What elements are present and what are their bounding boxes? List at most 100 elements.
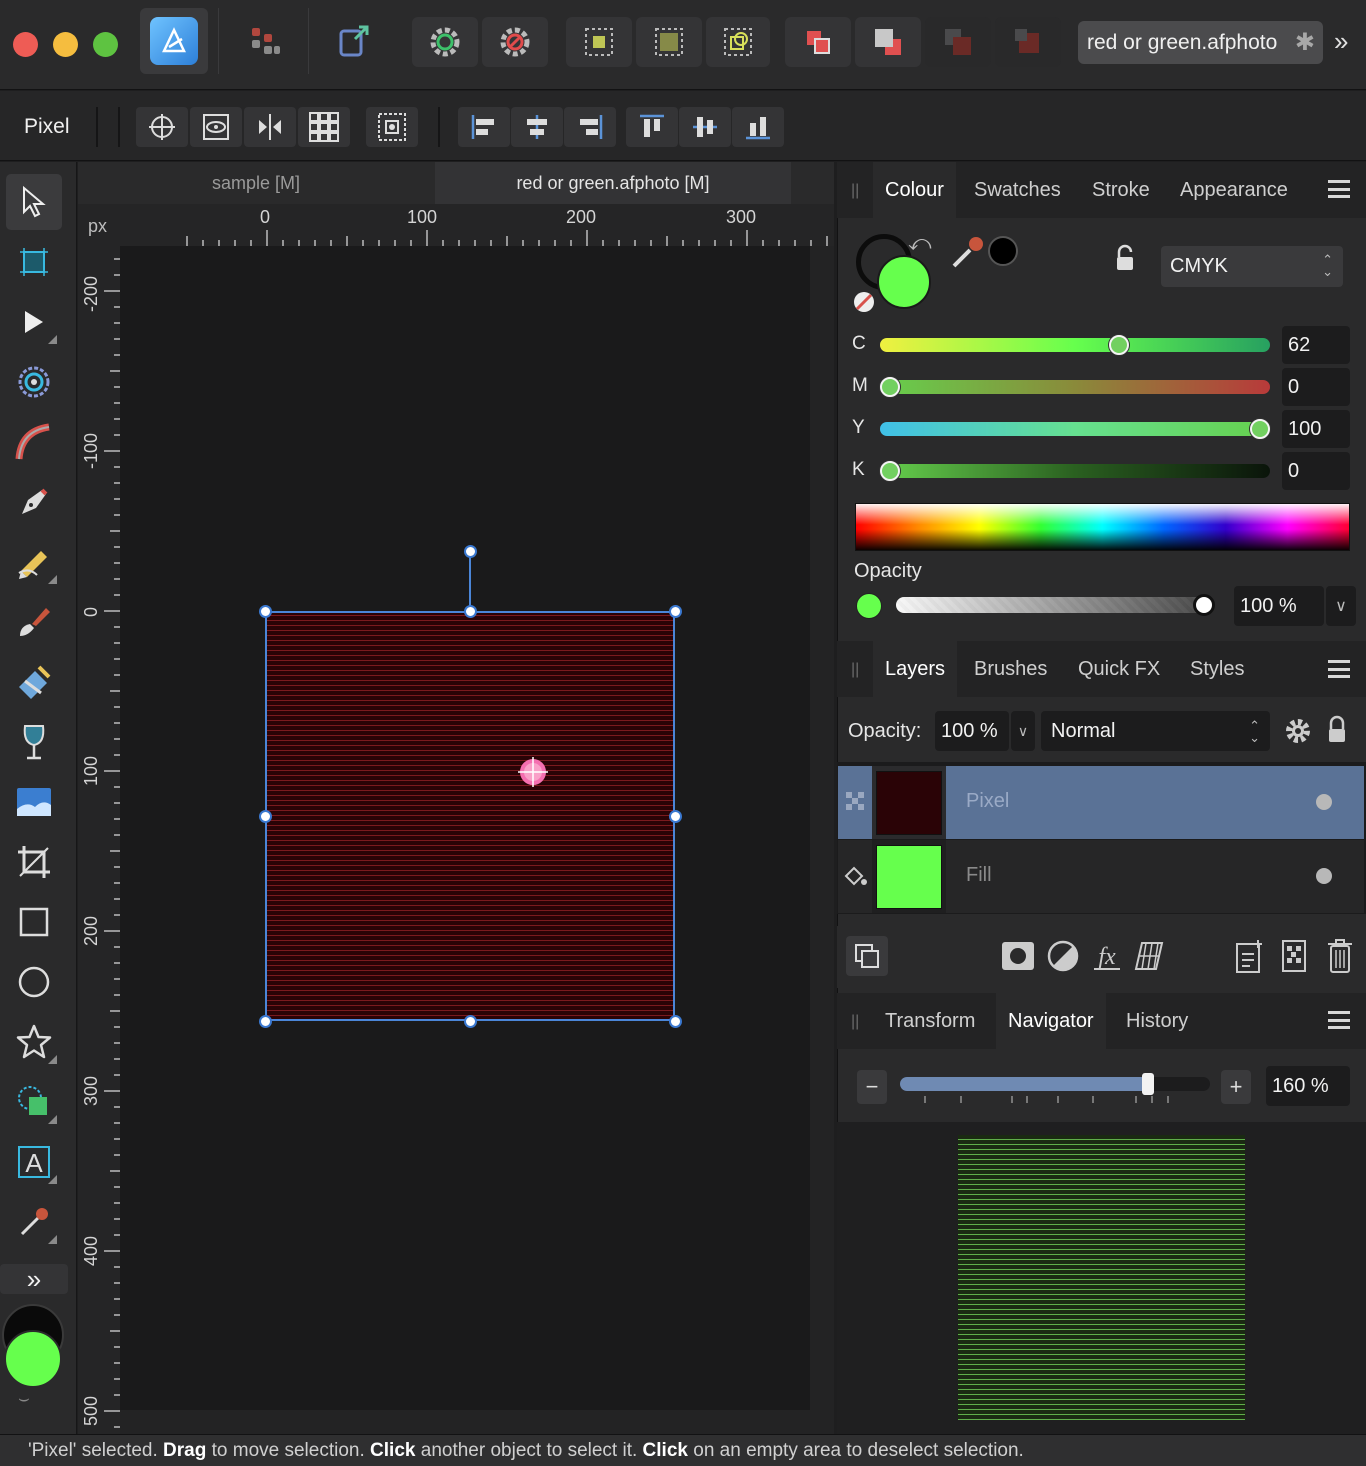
no-colour-icon[interactable] [852,290,876,314]
tab-stroke[interactable]: Stroke [1080,162,1162,218]
selection-brush-tool[interactable] [6,1074,62,1130]
channel-m-knob[interactable] [880,377,900,397]
lock-icon[interactable] [1114,244,1136,272]
opacity-knob[interactable] [1193,594,1215,616]
smudge-tool[interactable] [6,414,62,470]
snapping-toggle-button[interactable] [482,17,548,67]
paint-brush-tool[interactable] [6,594,62,650]
zoom-out-button[interactable]: − [857,1070,887,1104]
transform-origin-icon[interactable] [516,755,550,789]
zoom-window-button[interactable] [93,32,118,57]
arrange-front-button[interactable] [785,17,851,67]
show-selection-box-button[interactable] [190,107,242,147]
resize-handle[interactable] [259,810,272,823]
channel-y-value[interactable]: 100 [1282,410,1350,448]
opacity-slider[interactable] [896,597,1214,613]
snapping-settings-button[interactable] [412,17,478,67]
colour-model-select[interactable]: CMYK ⌃ ⌄ [1161,246,1343,287]
horizontal-scrollbar[interactable] [120,1410,834,1434]
transform-origin-button[interactable] [136,107,188,147]
tab-layers[interactable]: Layers [873,641,958,697]
trash-icon[interactable] [1326,938,1354,974]
more-tools-icon[interactable]: » [0,1264,68,1294]
flip-horizontal-button[interactable] [244,107,296,147]
tab-styles[interactable]: Styles [1178,641,1256,697]
zoom-in-button[interactable]: + [1221,1070,1251,1104]
panel-menu-icon[interactable] [1328,1011,1350,1029]
resize-handle[interactable] [464,605,477,618]
zoom-slider[interactable] [900,1077,1210,1091]
gradient-tool[interactable] [6,774,62,830]
channel-k-slider[interactable] [880,464,1270,478]
picked-colour-swatch[interactable] [988,236,1018,266]
shape-tool[interactable] [6,1014,62,1070]
layer-opacity-value[interactable]: 100 % [935,711,1009,751]
resize-handle[interactable] [259,605,272,618]
grid-button[interactable] [298,107,350,147]
deselect-button[interactable] [636,17,702,67]
panel-menu-icon[interactable] [1328,660,1350,678]
zoom-slider-knob[interactable] [1142,1073,1154,1095]
resize-handle[interactable] [259,1015,272,1028]
move-tool[interactable] [6,174,62,230]
rotation-handle[interactable] [464,545,477,558]
align-left-button[interactable] [458,107,510,147]
node-tool[interactable] [6,294,62,350]
tab-colour[interactable]: Colour [873,162,956,218]
artistic-text-tool[interactable]: A [6,1134,62,1190]
resize-handle[interactable] [669,810,682,823]
layer-opacity-chevron-icon[interactable]: ∨ [1011,711,1035,751]
align-right-button[interactable] [564,107,616,147]
zoom-value[interactable]: 160 % [1266,1066,1350,1106]
live-filter-icon[interactable] [1132,939,1166,973]
layer-row-fill[interactable]: Fill [838,840,1364,913]
layer-visibility-dot[interactable] [1316,794,1332,810]
blend-mode-select[interactable]: Normal ⌃ ⌄ [1041,711,1270,751]
colour-picker-icon[interactable] [948,232,988,272]
channel-c-value[interactable]: 62 [1282,326,1350,364]
align-middle-button[interactable] [679,107,731,147]
arrange-backward-button[interactable] [925,17,991,67]
horizontal-ruler[interactable] [78,204,834,246]
channel-m-value[interactable]: 0 [1282,368,1350,406]
layer-duplicate-button[interactable] [846,936,888,976]
select-all-button[interactable] [566,17,632,67]
ellipse-tool[interactable] [6,954,62,1010]
tab-history[interactable]: History [1114,993,1200,1049]
resize-handle[interactable] [669,605,682,618]
lock-icon[interactable] [1326,715,1348,745]
app-persona-button[interactable] [140,8,208,74]
export-persona-icon[interactable] [322,17,386,67]
channel-k-knob[interactable] [880,461,900,481]
tab-swatches[interactable]: Swatches [962,162,1073,218]
layer-row-pixel[interactable]: Pixel [838,766,1364,839]
pen-tool[interactable] [6,474,62,530]
pencil-tool[interactable] [6,534,62,590]
tab-brushes[interactable]: Brushes [962,641,1059,697]
tab-red-or-green[interactable]: red or green.afphoto [M] [435,162,791,204]
align-center-button[interactable] [511,107,563,147]
navigator-thumbnail[interactable] [958,1135,1245,1420]
tab-transform[interactable]: Transform [873,993,987,1049]
vertical-scrollbar[interactable] [810,246,834,1410]
new-pixel-layer-icon[interactable] [1280,938,1308,974]
close-window-button[interactable] [13,32,38,57]
panel-menu-icon[interactable] [1328,180,1350,198]
view-tool[interactable] [6,354,62,410]
channel-y-knob[interactable] [1250,419,1270,439]
panel-grip-icon[interactable]: || [851,661,859,679]
channel-k-value[interactable]: 0 [1282,452,1350,490]
erase-brush-tool[interactable] [6,654,62,710]
gear-icon[interactable] [1284,717,1312,745]
tab-quick-fx[interactable]: Quick FX [1066,641,1172,697]
mask-icon[interactable] [1000,940,1036,972]
channel-c-slider[interactable] [880,338,1270,352]
invert-selection-button[interactable] [706,17,770,67]
transform-objects-button[interactable] [366,107,418,147]
resize-handle[interactable] [669,1015,682,1028]
clone-brush-tool[interactable] [6,714,62,770]
channel-y-slider[interactable] [880,422,1270,436]
arrange-back-button[interactable] [995,17,1061,67]
align-top-button[interactable] [626,107,678,147]
adjustment-icon[interactable] [1046,939,1080,973]
